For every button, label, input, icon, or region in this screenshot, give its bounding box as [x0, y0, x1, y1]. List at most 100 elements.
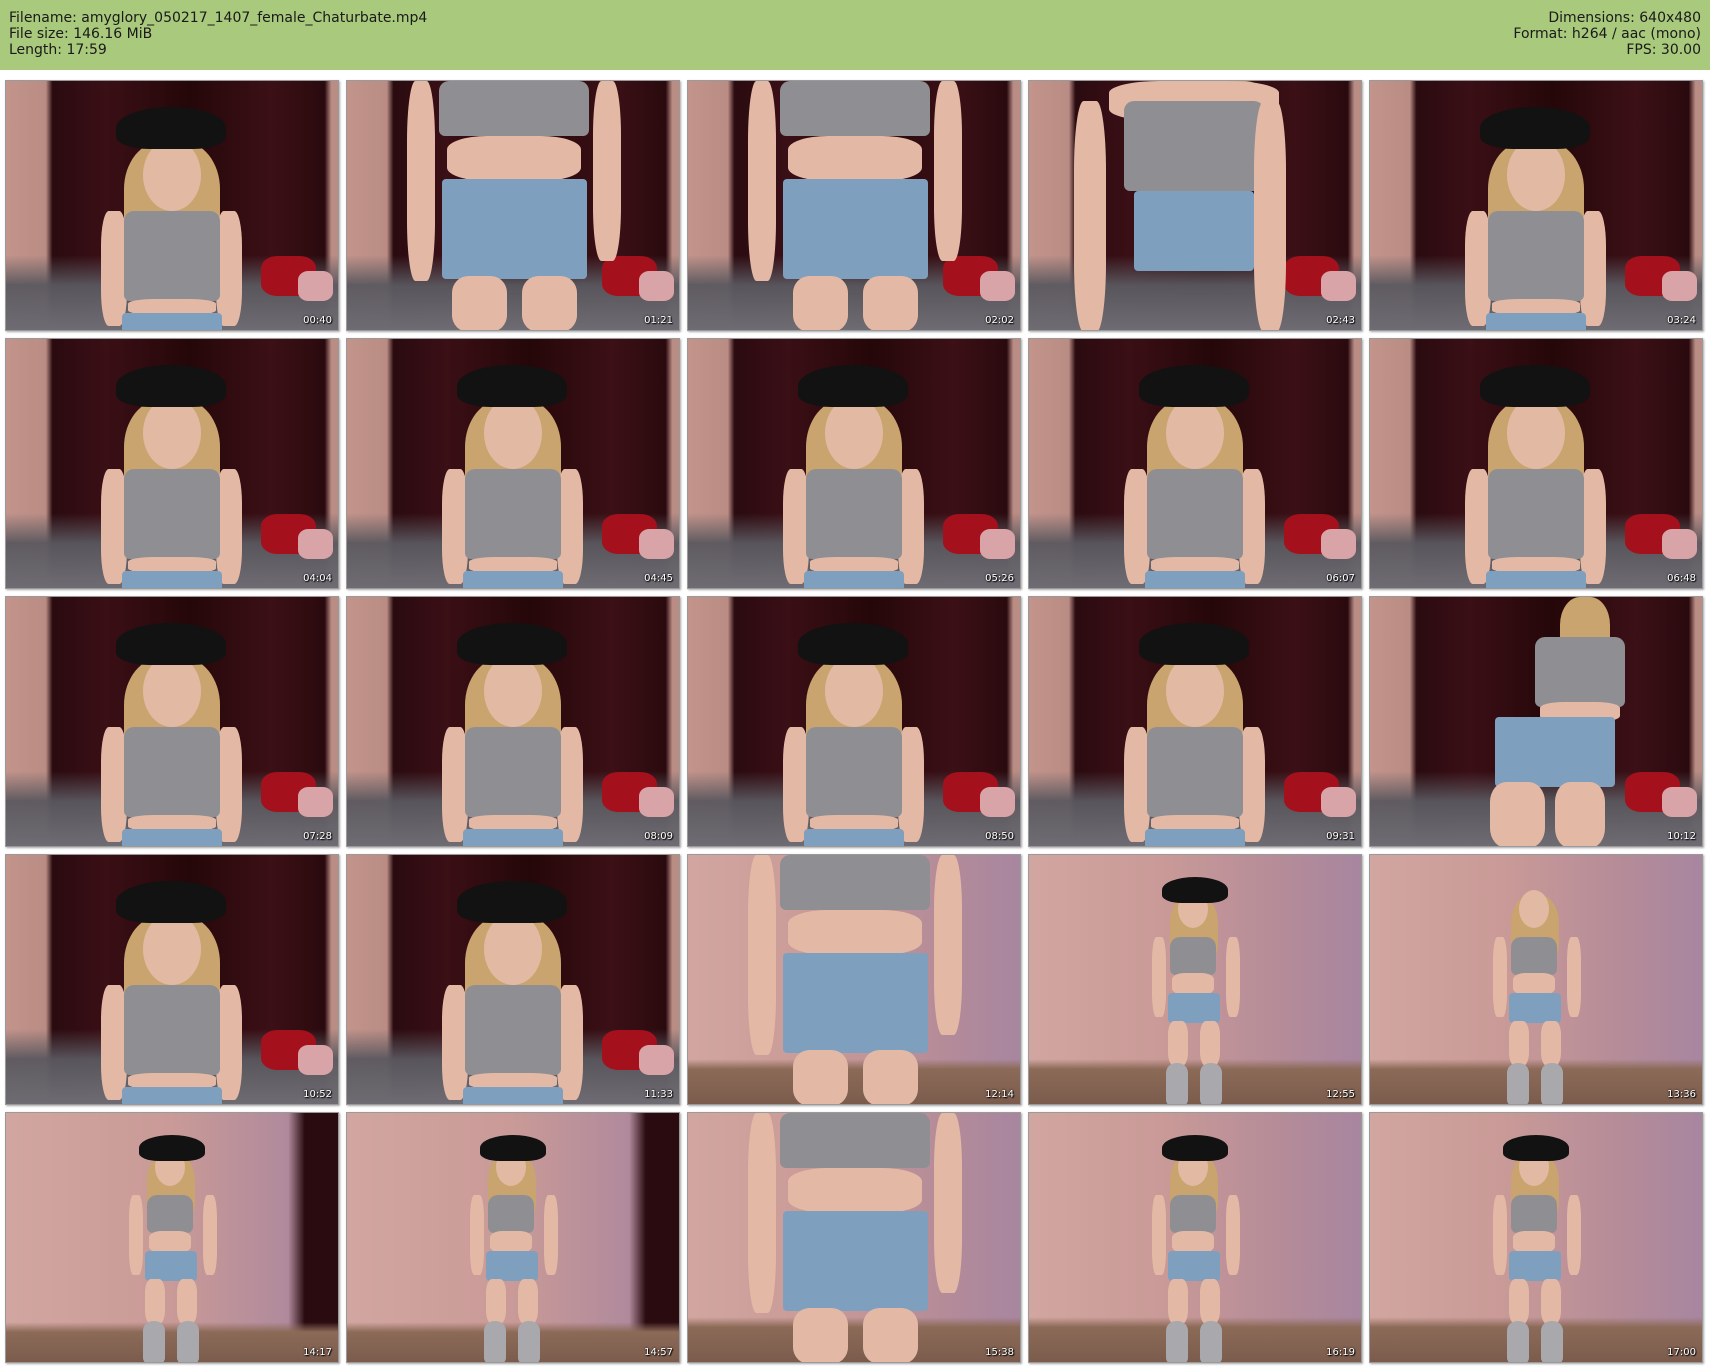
- tank-top-shape: [1488, 211, 1584, 301]
- video-thumbnail[interactable]: 02:43: [1028, 80, 1362, 331]
- video-thumbnail[interactable]: 09:31: [1028, 596, 1362, 847]
- tank-top-shape: [488, 1195, 534, 1233]
- pillow-shape: [298, 529, 333, 559]
- leg-shape: [863, 276, 918, 330]
- shorts-shape: [783, 1211, 928, 1311]
- leg-shape: [1200, 1021, 1220, 1066]
- shorts-shape: [1509, 1251, 1561, 1281]
- video-thumbnail[interactable]: 08:09: [346, 596, 680, 847]
- thumbnail-timestamp: 08:09: [644, 831, 673, 842]
- hat-shape: [116, 365, 226, 407]
- hat-shape: [1162, 877, 1228, 903]
- video-thumbnail[interactable]: 11:33: [346, 854, 680, 1105]
- video-thumbnail[interactable]: 12:55: [1028, 854, 1362, 1105]
- thumbnail-image: [347, 339, 679, 588]
- arm-shape: [544, 1195, 558, 1275]
- tank-top-shape: [780, 81, 930, 136]
- thumbnail-timestamp: 03:24: [1667, 315, 1696, 326]
- video-thumbnail[interactable]: 05:26: [687, 338, 1021, 589]
- filesize-text: File size: 146.16 MiB: [9, 26, 153, 42]
- video-thumbnail[interactable]: 06:07: [1028, 338, 1362, 589]
- thumbnail-timestamp: 06:48: [1667, 573, 1696, 584]
- thumbnail-image: [1370, 855, 1702, 1104]
- thumbnail-image: [1029, 1113, 1361, 1362]
- video-thumbnail[interactable]: 06:48: [1369, 338, 1703, 589]
- video-thumbnail[interactable]: 04:04: [5, 338, 339, 589]
- leg-shape: [1168, 1021, 1188, 1066]
- thumbnail-image: [1029, 597, 1361, 846]
- hat-shape: [457, 623, 567, 665]
- video-thumbnail[interactable]: 17:00: [1369, 1112, 1703, 1363]
- waist-shape: [788, 1168, 922, 1213]
- pillow-shape: [298, 271, 333, 301]
- thumbnail-timestamp: 09:31: [1326, 831, 1355, 842]
- shorts-shape: [783, 179, 928, 279]
- leg-shape: [518, 1279, 538, 1324]
- thumbnail-timestamp: 14:57: [644, 1347, 673, 1358]
- face-shape: [484, 913, 542, 985]
- tank-top-shape: [1147, 469, 1243, 559]
- tank-top-shape: [1535, 637, 1625, 707]
- leg-shape: [1490, 782, 1545, 846]
- pillow-shape: [980, 787, 1015, 817]
- pillow-shape: [639, 1045, 674, 1075]
- video-thumbnail[interactable]: 10:52: [5, 854, 339, 1105]
- thumbnail-image: [347, 597, 679, 846]
- thumbnail-timestamp: 04:45: [644, 573, 673, 584]
- video-thumbnail[interactable]: 08:50: [687, 596, 1021, 847]
- thumbnail-image: [347, 855, 679, 1104]
- sock-shape: [1200, 1063, 1222, 1104]
- arm-shape: [1226, 1195, 1240, 1275]
- shorts-shape: [145, 1251, 197, 1281]
- face-shape: [825, 397, 883, 469]
- arm-shape: [1152, 937, 1166, 1017]
- thumbnail-timestamp: 04:04: [303, 573, 332, 584]
- leg-shape: [1509, 1279, 1529, 1324]
- pillow-shape: [1321, 271, 1356, 301]
- thumbnail-image: [1029, 339, 1361, 588]
- leg-shape: [522, 276, 577, 330]
- waist-shape: [490, 1231, 532, 1253]
- tank-top-shape: [465, 985, 561, 1075]
- leg-shape: [793, 1050, 848, 1104]
- video-thumbnail[interactable]: 01:21: [346, 80, 680, 331]
- pillow-shape: [639, 271, 674, 301]
- waist-shape: [149, 1231, 191, 1253]
- arm-shape: [934, 855, 962, 1035]
- hat-shape: [457, 365, 567, 407]
- hat-shape: [116, 623, 226, 665]
- length-text: Length: 17:59: [9, 42, 107, 58]
- thumbnail-timestamp: 16:19: [1326, 1347, 1355, 1358]
- video-thumbnail[interactable]: 16:19: [1028, 1112, 1362, 1363]
- shorts-shape: [1145, 829, 1245, 846]
- tank-top-shape: [806, 727, 902, 817]
- video-thumbnail[interactable]: 13:36: [1369, 854, 1703, 1105]
- thumbnail-image: [6, 855, 338, 1104]
- sock-shape: [1507, 1063, 1529, 1104]
- hat-shape: [480, 1135, 546, 1161]
- leg-shape: [1541, 1021, 1561, 1066]
- leg-shape: [1555, 782, 1605, 846]
- pillow-shape: [298, 1045, 333, 1075]
- video-thumbnail[interactable]: 02:02: [687, 80, 1021, 331]
- thumbnail-timestamp: 02:43: [1326, 315, 1355, 326]
- leg-shape: [452, 276, 507, 330]
- thumbnail-image: [688, 597, 1020, 846]
- thumbnail-timestamp: 12:14: [985, 1089, 1014, 1100]
- video-thumbnail[interactable]: 04:45: [346, 338, 680, 589]
- face-shape: [143, 655, 201, 727]
- video-thumbnail[interactable]: 12:14: [687, 854, 1021, 1105]
- shorts-shape: [804, 829, 904, 846]
- arm-shape: [748, 855, 776, 1055]
- video-thumbnail[interactable]: 14:57: [346, 1112, 680, 1363]
- tank-top-shape: [1488, 469, 1584, 559]
- leg-shape: [1200, 1279, 1220, 1324]
- video-thumbnail[interactable]: 15:38: [687, 1112, 1021, 1363]
- tank-top-shape: [1511, 937, 1557, 975]
- video-thumbnail[interactable]: 10:12: [1369, 596, 1703, 847]
- video-thumbnail[interactable]: 00:40: [5, 80, 339, 331]
- video-thumbnail[interactable]: 03:24: [1369, 80, 1703, 331]
- video-thumbnail[interactable]: 14:17: [5, 1112, 339, 1363]
- tank-top-shape: [124, 985, 220, 1075]
- video-thumbnail[interactable]: 07:28: [5, 596, 339, 847]
